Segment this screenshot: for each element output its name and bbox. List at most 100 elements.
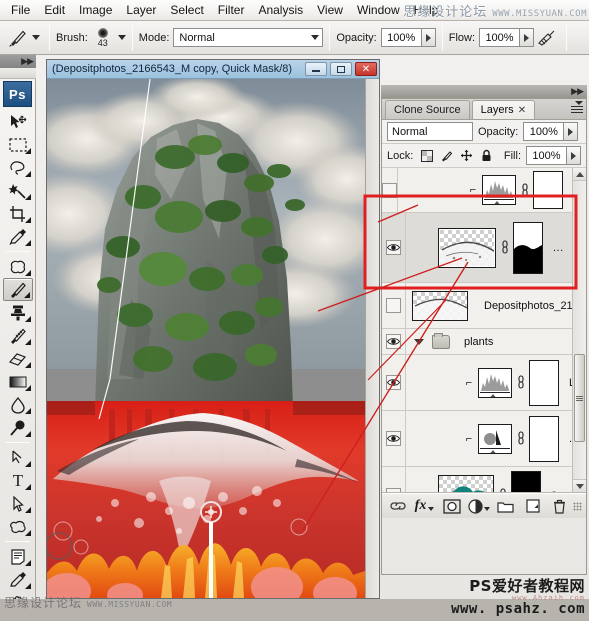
lock-position-icon[interactable]	[460, 149, 473, 162]
link-layers-button[interactable]	[384, 495, 411, 517]
table-row[interactable]: Depositphotos_21...	[382, 283, 586, 329]
layer-mask-thumbnail[interactable]	[533, 171, 563, 209]
link-mask-icon[interactable]	[516, 375, 525, 391]
layer-row-body[interactable]: plants	[406, 329, 586, 354]
tool-magic-wand[interactable]	[3, 179, 33, 202]
panel-dock-collapse-bar[interactable]: ▶▶	[381, 85, 587, 98]
layer-blend-mode-select[interactable]: Normal	[387, 122, 473, 141]
lock-image-pixels-icon[interactable]	[440, 149, 453, 162]
canvas-area[interactable]	[47, 79, 379, 598]
canvas-vertical-scrollbar[interactable]	[365, 79, 379, 598]
menu-item-layer[interactable]: Layer	[119, 1, 163, 20]
layer-visibility-cell[interactable]	[382, 411, 406, 466]
menu-item-window[interactable]: Window	[350, 1, 407, 20]
lock-transparent-pixels-icon[interactable]	[420, 149, 433, 162]
new-group-button[interactable]	[492, 495, 519, 517]
tool-history-brush[interactable]	[3, 324, 33, 347]
brush-preset-picker[interactable]: 43	[90, 27, 116, 48]
layer-visibility-cell[interactable]	[382, 329, 406, 354]
scroll-up-button[interactable]	[572, 168, 586, 181]
tool-rectangular-marquee[interactable]	[3, 133, 33, 156]
eye-icon-on[interactable]	[386, 375, 401, 390]
link-mask-icon[interactable]	[498, 488, 507, 492]
layer-row-body[interactable]: 9...	[406, 467, 586, 492]
menu-item-view[interactable]: View	[310, 1, 350, 20]
layer-visibility-cell[interactable]	[382, 355, 406, 410]
add-layer-style-button[interactable]: fx	[411, 495, 438, 517]
layer-thumbnail-water-splash[interactable]	[438, 227, 496, 268]
layer-mask-thumbnail[interactable]	[529, 415, 559, 462]
eye-icon-on[interactable]	[386, 488, 401, 492]
menu-item-analysis[interactable]: Analysis	[251, 1, 310, 20]
scrollbar-thumb[interactable]	[574, 354, 585, 442]
tool-pen[interactable]	[3, 446, 33, 469]
table-row[interactable]: plants	[382, 329, 586, 355]
tool-path-selection[interactable]	[3, 492, 33, 515]
layer-thumbnail-gradient-map[interactable]	[478, 423, 512, 454]
layer-visibility-cell[interactable]	[382, 213, 406, 282]
maximize-button[interactable]	[330, 62, 352, 76]
document-title-bar[interactable]: (Depositphotos_2166543_M copy, Quick Mas…	[47, 60, 379, 79]
layer-list[interactable]: ⌐ ... Depositphotos_21... plants ⌐ ⌐	[382, 168, 586, 493]
layer-row-body[interactable]: Depositphotos_21...	[406, 283, 586, 328]
table-row[interactable]: ⌐	[382, 355, 586, 411]
layer-list-scrollbar[interactable]	[572, 168, 586, 492]
tool-notes[interactable]	[3, 545, 33, 568]
layer-thumbnail-green-coral[interactable]	[438, 474, 494, 492]
layer-row-body[interactable]: ⌐	[406, 411, 586, 466]
layer-fill-field[interactable]: 100%	[526, 146, 581, 165]
link-mask-icon[interactable]	[516, 431, 525, 447]
eye-icon-off[interactable]	[386, 298, 401, 313]
layer-mask-thumbnail[interactable]	[529, 359, 559, 406]
tool-patch-healing[interactable]	[3, 255, 33, 278]
close-button[interactable]: ✕	[355, 62, 377, 76]
table-row[interactable]: ⌐	[382, 168, 586, 213]
layer-visibility-cell[interactable]	[382, 283, 406, 328]
layer-opacity-stepper-button[interactable]	[563, 122, 579, 141]
layer-opacity-field[interactable]: 100%	[523, 122, 579, 141]
menu-item-help[interactable]: Help	[407, 1, 446, 20]
tool-preset-picker[interactable]	[4, 28, 43, 48]
brush-picker-caret-icon[interactable]	[117, 35, 126, 40]
tool-move[interactable]	[3, 110, 33, 133]
blend-mode-select[interactable]: Normal	[173, 28, 324, 47]
menu-item-file[interactable]: File	[4, 1, 37, 20]
tool-crop[interactable]	[3, 202, 33, 225]
toolbox-collapse-handle[interactable]: ▶▶	[0, 55, 36, 68]
layer-visibility-cell[interactable]	[382, 467, 406, 492]
tool-eyedropper-2[interactable]	[3, 568, 33, 591]
panel-resize-grip[interactable]	[573, 501, 582, 511]
layer-fill-stepper-button[interactable]	[566, 146, 581, 165]
layer-thumbnail-levels[interactable]	[478, 367, 512, 398]
table-row[interactable]: 9...	[382, 467, 586, 492]
flow-stepper-button[interactable]	[519, 28, 535, 47]
menu-item-filter[interactable]: Filter	[211, 1, 252, 20]
eye-icon-off[interactable]	[382, 182, 397, 198]
toolbox-tab[interactable]	[0, 68, 36, 79]
opacity-field[interactable]: 100%	[380, 28, 436, 47]
eye-icon-on[interactable]	[386, 240, 401, 255]
tab-clone-source[interactable]: Clone Source	[385, 100, 470, 119]
tool-eyedropper[interactable]	[3, 225, 33, 248]
table-row[interactable]: ⌐	[382, 411, 586, 467]
link-mask-icon[interactable]	[500, 240, 509, 256]
lock-all-icon[interactable]	[480, 149, 493, 162]
scroll-down-button[interactable]	[572, 479, 586, 492]
close-icon[interactable]: ✕	[518, 105, 526, 116]
opacity-stepper-button[interactable]	[420, 28, 436, 47]
layer-row-body[interactable]: ⌐	[406, 355, 586, 410]
link-mask-icon[interactable]	[520, 182, 529, 198]
delete-layer-button[interactable]	[546, 495, 573, 517]
tool-eraser[interactable]	[3, 347, 33, 370]
eye-icon-on[interactable]	[386, 334, 401, 349]
menu-item-image[interactable]: Image	[72, 1, 119, 20]
layer-row-body[interactable]: ⌐	[398, 168, 586, 212]
panel-menu-button[interactable]	[571, 101, 583, 113]
layer-row-body[interactable]: ...	[406, 213, 586, 282]
add-layer-mask-button[interactable]	[438, 495, 465, 517]
airbrush-toggle-button[interactable]	[534, 26, 560, 50]
tab-layers[interactable]: Layers ✕	[471, 100, 536, 119]
flow-field[interactable]: 100%	[479, 28, 535, 47]
tool-dodge[interactable]	[3, 416, 33, 439]
layer-mask-thumbnail-gradient[interactable]	[513, 221, 543, 274]
